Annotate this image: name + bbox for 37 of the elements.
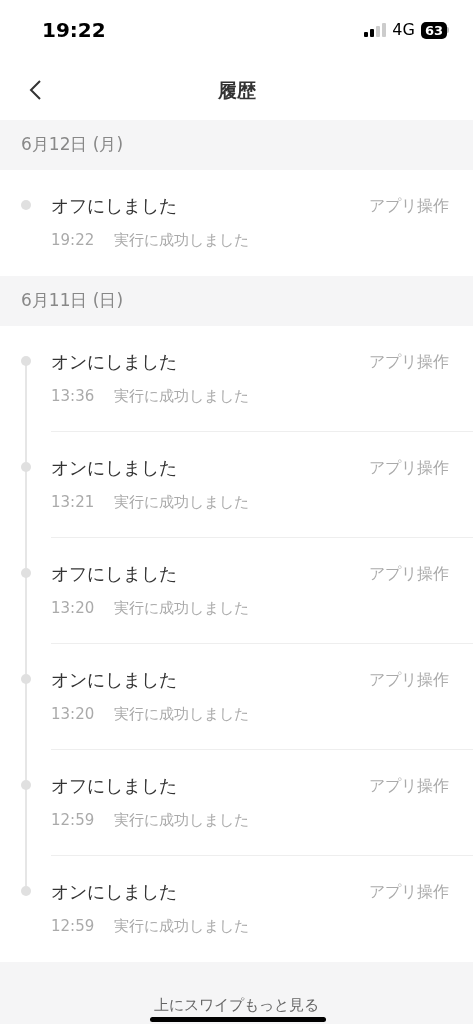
source-label: アプリ操作 [369, 562, 449, 585]
source-label: アプリ操作 [369, 880, 449, 903]
result-label: 実行に成功しました [114, 916, 250, 937]
action-label: オンにしました [51, 456, 177, 480]
result-label: 実行に成功しました [114, 704, 250, 725]
entry-time: 13:36 [51, 386, 95, 407]
page-title: 履歴 [217, 77, 256, 103]
entry-time: 13:21 [51, 492, 95, 513]
action-label: オンにしました [51, 880, 177, 904]
action-label: オフにしました [51, 562, 177, 586]
back-icon[interactable] [28, 79, 42, 101]
network-label: 4G [392, 19, 415, 41]
status-time: 19:22 [42, 17, 106, 44]
action-label: オフにしました [51, 194, 177, 218]
battery-indicator: 63 [420, 21, 447, 39]
action-label: オフにしました [51, 774, 177, 798]
result-label: 実行に成功しました [114, 598, 250, 619]
swipe-hint: 上にスワイプもっと見る [154, 995, 319, 1015]
action-label: オンにしました [51, 668, 177, 692]
result-label: 実行に成功しました [114, 492, 250, 513]
result-label: 実行に成功しました [114, 386, 250, 407]
source-label: アプリ操作 [369, 774, 449, 797]
source-label: アプリ操作 [369, 668, 449, 691]
action-label: オンにしました [51, 350, 177, 374]
entry-time: 13:20 [51, 598, 95, 619]
result-label: 実行に成功しました [114, 230, 250, 251]
result-label: 実行に成功しました [114, 810, 250, 831]
entry-time: 13:20 [51, 704, 95, 725]
entry-time: 12:59 [51, 810, 95, 831]
date-header: 6月11日 (日) [21, 289, 124, 313]
entry-time: 19:22 [51, 230, 95, 251]
signal-icon [364, 23, 387, 37]
source-label: アプリ操作 [369, 456, 449, 479]
source-label: アプリ操作 [369, 350, 449, 373]
date-header: 6月12日 (月) [21, 133, 124, 157]
source-label: アプリ操作 [369, 194, 449, 217]
entry-time: 12:59 [51, 916, 95, 937]
